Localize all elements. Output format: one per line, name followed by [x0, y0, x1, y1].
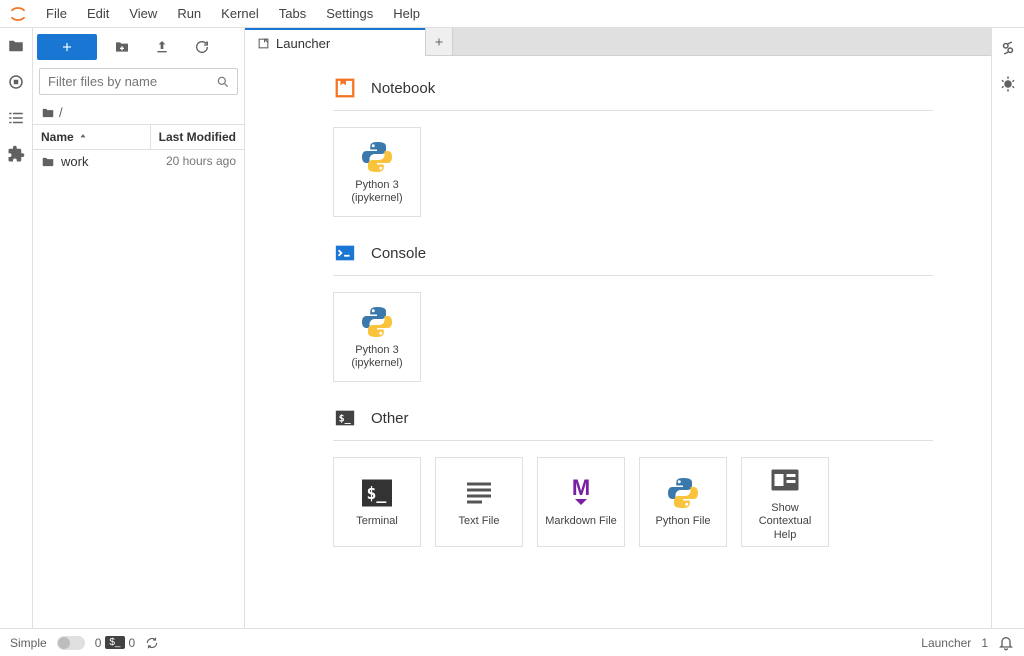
- card-terminal[interactable]: $_ Terminal: [333, 457, 421, 547]
- launcher-panel: Notebook Python 3 (ipykernel): [245, 56, 991, 628]
- folder-icon[interactable]: [6, 36, 26, 56]
- card-contextual-help[interactable]: Show Contextual Help: [741, 457, 829, 547]
- header-modified[interactable]: Last Modified: [151, 125, 244, 149]
- activity-bar: [0, 28, 33, 628]
- toc-icon[interactable]: [6, 108, 26, 128]
- file-name: work: [61, 154, 88, 169]
- console-section-icon: [333, 241, 357, 265]
- menu-view[interactable]: View: [119, 2, 167, 25]
- svg-text:M: M: [572, 475, 590, 500]
- file-browser: / Name Last Modified work 20 hours ago: [33, 28, 245, 628]
- filter-input[interactable]: [39, 68, 238, 95]
- menu-bar: File Edit View Run Kernel Tabs Settings …: [0, 0, 1024, 28]
- card-label: Python 3 (ipykernel): [338, 179, 416, 205]
- sync-icon[interactable]: [145, 636, 159, 650]
- card-label: Text File: [459, 515, 500, 528]
- card-pythonfile[interactable]: Python File: [639, 457, 727, 547]
- new-launcher-button[interactable]: [37, 34, 97, 60]
- python-icon: [359, 304, 395, 340]
- section-other: $_ Other $_ Terminal Te: [333, 406, 933, 547]
- terminal-icon: $_: [359, 475, 395, 511]
- card-label: Show Contextual Help: [746, 502, 824, 542]
- section-title: Other: [371, 410, 409, 427]
- file-modified: 20 hours ago: [166, 154, 236, 169]
- menu-tabs[interactable]: Tabs: [269, 2, 316, 25]
- status-launcher-label: Launcher: [921, 636, 971, 650]
- header-name[interactable]: Name: [33, 125, 151, 149]
- search-icon: [216, 75, 230, 89]
- tab-bar: Launcher: [245, 28, 991, 56]
- upload-button[interactable]: [147, 34, 177, 60]
- breadcrumb[interactable]: /: [33, 101, 244, 124]
- extensions-icon[interactable]: [6, 144, 26, 164]
- help-icon: [767, 462, 803, 498]
- status-count: 1: [981, 636, 988, 650]
- tab-label: Launcher: [276, 36, 330, 51]
- section-console: Console Python 3 (ipykernel): [333, 241, 933, 382]
- debugger-icon[interactable]: [998, 74, 1018, 94]
- filter-container: [39, 68, 238, 95]
- card-console-python3[interactable]: Python 3 (ipykernel): [333, 292, 421, 382]
- menu-help[interactable]: Help: [383, 2, 430, 25]
- filebrowser-header: Name Last Modified: [33, 124, 244, 150]
- running-icon[interactable]: [6, 72, 26, 92]
- card-label: Terminal: [356, 515, 398, 528]
- card-textfile[interactable]: Text File: [435, 457, 523, 547]
- list-item[interactable]: work 20 hours ago: [33, 150, 244, 173]
- card-label: Python File: [655, 515, 710, 528]
- terminal-count: 0: [129, 636, 136, 650]
- tab-launcher[interactable]: Launcher: [245, 28, 425, 56]
- menu-run[interactable]: Run: [167, 2, 211, 25]
- kernel-status[interactable]: 0 $_ 0: [95, 636, 136, 650]
- terminal-section-icon: $_: [333, 406, 357, 430]
- right-sidebar: [991, 28, 1024, 628]
- card-notebook-python3[interactable]: Python 3 (ipykernel): [333, 127, 421, 217]
- breadcrumb-root: /: [59, 105, 63, 120]
- main-content: Launcher Notebook: [245, 28, 991, 628]
- card-label: Python 3 (ipykernel): [338, 344, 416, 370]
- card-markdown[interactable]: M Markdown File: [537, 457, 625, 547]
- menu-file[interactable]: File: [36, 2, 77, 25]
- section-title: Console: [371, 245, 426, 262]
- running-count: 0: [95, 636, 102, 650]
- card-label: Markdown File: [545, 515, 617, 528]
- svg-text:$_: $_: [367, 484, 387, 503]
- property-inspector-icon[interactable]: [998, 38, 1018, 58]
- new-folder-button[interactable]: [107, 34, 137, 60]
- simple-label: Simple: [10, 636, 47, 650]
- sort-asc-icon: [78, 132, 88, 142]
- section-notebook: Notebook Python 3 (ipykernel): [333, 76, 933, 217]
- jupyter-logo: [8, 4, 28, 24]
- refresh-button[interactable]: [187, 34, 217, 60]
- simple-toggle[interactable]: [57, 636, 85, 650]
- header-name-label: Name: [41, 130, 74, 144]
- status-bar: Simple 0 $_ 0 Launcher 1: [0, 628, 1024, 656]
- svg-text:$_: $_: [339, 414, 352, 425]
- add-tab-button[interactable]: [425, 28, 453, 55]
- menu-settings[interactable]: Settings: [316, 2, 383, 25]
- textfile-icon: [461, 475, 497, 511]
- python-icon: [359, 139, 395, 175]
- notebook-section-icon: [333, 76, 357, 100]
- folder-icon: [41, 155, 55, 169]
- python-icon: [665, 475, 701, 511]
- menu-edit[interactable]: Edit: [77, 2, 119, 25]
- filebrowser-toolbar: [33, 28, 244, 66]
- launcher-tab-icon: [257, 37, 270, 50]
- menu-kernel[interactable]: Kernel: [211, 2, 269, 25]
- markdown-icon: M: [563, 475, 599, 511]
- section-title: Notebook: [371, 80, 435, 97]
- bell-icon[interactable]: [998, 635, 1014, 651]
- terminal-status-icon: $_: [105, 636, 124, 649]
